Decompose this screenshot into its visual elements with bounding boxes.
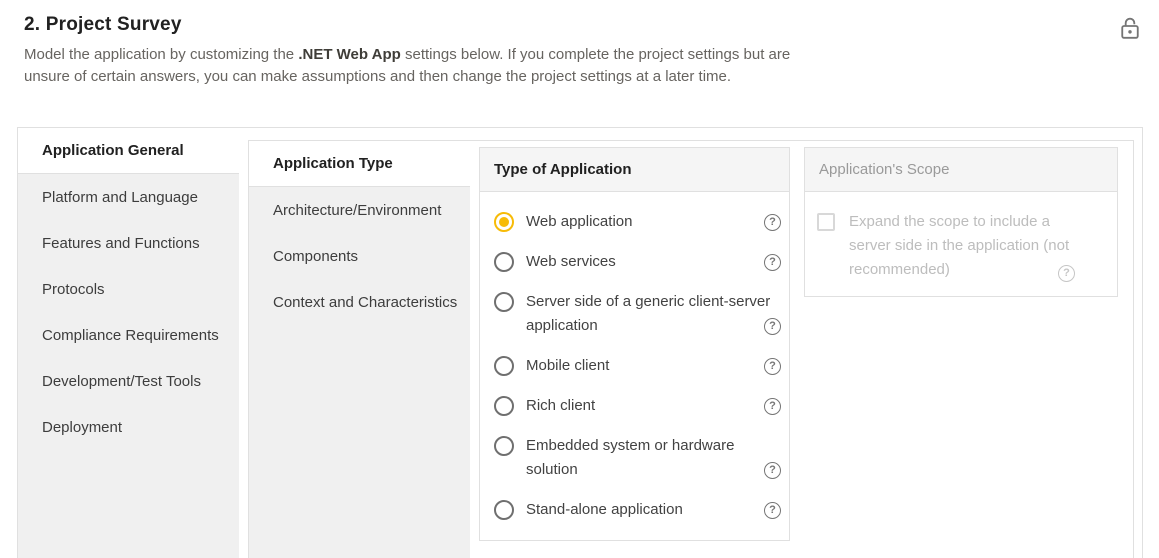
radio-icon[interactable] (494, 436, 514, 456)
help-icon[interactable]: ? (764, 462, 781, 479)
help-icon[interactable]: ? (764, 502, 781, 519)
help-icon[interactable]: ? (764, 214, 781, 231)
application-scope-header: Application's Scope (805, 148, 1117, 192)
sidebar-item-protocols[interactable]: Protocols (18, 266, 239, 312)
type-of-application-header: Type of Application (480, 148, 789, 192)
radio-option-web-services[interactable]: Web services ? (494, 242, 749, 282)
help-icon-disabled[interactable]: ? (1058, 265, 1075, 282)
subsection-tab-context-and-characteristics[interactable]: Context and Characteristics (249, 279, 470, 325)
survey-card: Application General Platform and Languag… (17, 127, 1143, 558)
radio-option-embedded-system[interactable]: Embedded system or hardware solution ? (494, 426, 749, 490)
sidebar-item-development-test-tools[interactable]: Development/Test Tools (18, 358, 239, 404)
subsection-tab-components[interactable]: Components (249, 233, 470, 279)
type-of-application-panel: Type of Application Web application ? We… (479, 147, 790, 541)
unlock-icon[interactable] (1117, 15, 1143, 43)
expand-scope-checkbox[interactable] (817, 213, 835, 231)
subsection-container: Application Type Architecture/Environmen… (248, 140, 1134, 558)
description-line-2: unsure of certain answers, you can make … (24, 66, 814, 88)
radio-icon[interactable] (494, 396, 514, 416)
project-name-bold: .NET Web App (298, 46, 401, 63)
page-header: 2. Project Survey Model the application … (24, 14, 814, 88)
help-icon[interactable]: ? (764, 358, 781, 375)
subsection-tab-architecture-environment[interactable]: Architecture/Environment (249, 187, 470, 233)
expand-scope-label: Expand the scope to include a server sid… (849, 210, 1069, 282)
radio-option-rich-client[interactable]: Rich client ? (494, 386, 749, 426)
radio-icon[interactable] (494, 500, 514, 520)
radio-selected-icon[interactable] (494, 212, 514, 232)
radio-option-mobile-client[interactable]: Mobile client ? (494, 346, 749, 386)
radio-icon[interactable] (494, 356, 514, 376)
page-description: Model the application by customizing the… (24, 44, 814, 88)
sidebar-item-compliance-requirements[interactable]: Compliance Requirements (18, 312, 239, 358)
description-line-1: Model the application by customizing the… (24, 44, 814, 66)
sidebar-item-application-general[interactable]: Application General (18, 128, 239, 174)
sections-sidebar: Application General Platform and Languag… (18, 128, 239, 558)
radio-icon[interactable] (494, 292, 514, 312)
subsections-sidebar: Application Type Architecture/Environmen… (249, 141, 470, 558)
sidebar-item-deployment[interactable]: Deployment (18, 404, 239, 450)
subsection-tab-application-type[interactable]: Application Type (249, 141, 470, 187)
radio-option-web-application[interactable]: Web application ? (494, 202, 749, 242)
page-title: 2. Project Survey (24, 14, 814, 36)
application-scope-panel: Application's Scope Expand the scope to … (804, 147, 1118, 297)
help-icon[interactable]: ? (764, 318, 781, 335)
radio-option-server-side-client-server[interactable]: Server side of a generic client-server a… (494, 282, 749, 346)
sidebar-item-platform-and-language[interactable]: Platform and Language (18, 174, 239, 220)
sidebar-item-features-and-functions[interactable]: Features and Functions (18, 220, 239, 266)
type-of-application-options: Web application ? Web services ? Server … (480, 192, 789, 544)
help-icon[interactable]: ? (764, 398, 781, 415)
radio-option-stand-alone-application[interactable]: Stand-alone application ? (494, 490, 749, 530)
radio-icon[interactable] (494, 252, 514, 272)
help-icon[interactable]: ? (764, 254, 781, 271)
